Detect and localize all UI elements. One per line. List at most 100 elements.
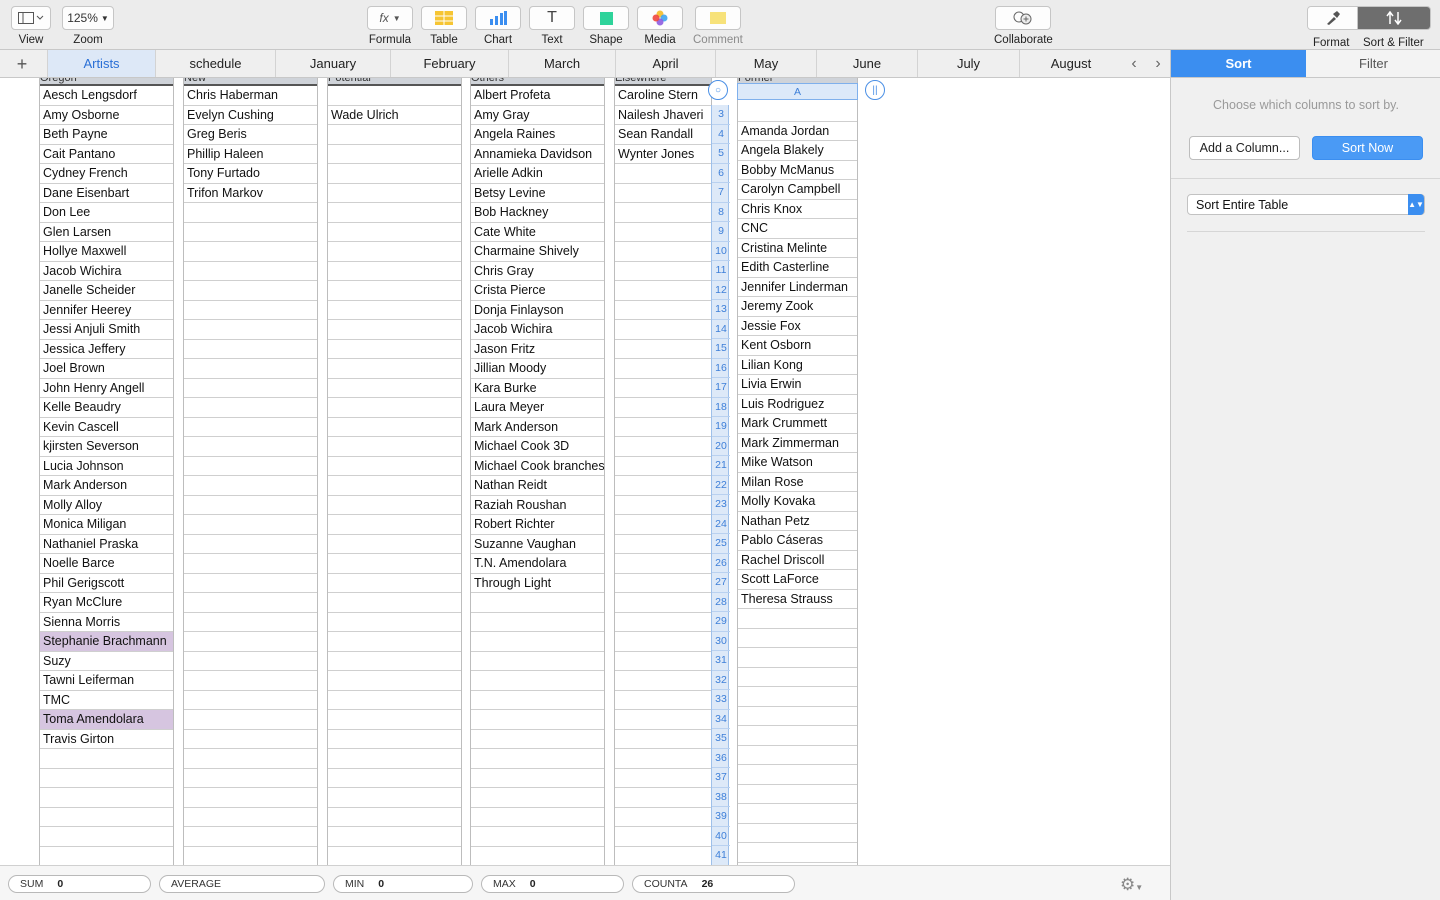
table-cell[interactable] (328, 320, 461, 340)
formula-control[interactable]: fx ▼ Formula (367, 6, 413, 46)
row-number[interactable]: 10 (712, 242, 730, 261)
table-cell[interactable] (328, 125, 461, 145)
table-icon[interactable] (421, 6, 467, 30)
table-cell[interactable]: Laura Meyer (471, 398, 604, 418)
row-number-gutter[interactable]: 3 4 5 6 7 8 9 10 11 12 13 14 15 16 17 18 19 20 21 22 23 24 25 2… (711, 105, 730, 865)
table-cell[interactable] (184, 496, 317, 515)
chart-control[interactable]: Chart (475, 6, 521, 46)
table-cell[interactable] (184, 691, 317, 710)
table-cell[interactable]: Betsy Levine (471, 184, 604, 203)
table-cell[interactable]: Suzanne Vaughan (471, 535, 604, 554)
table-cell[interactable]: Phillip Haleen (184, 145, 317, 164)
tab-february[interactable]: February (390, 50, 508, 77)
table-cell[interactable] (471, 847, 604, 866)
table-cell[interactable]: Molly Kovaka (738, 492, 857, 512)
row-number[interactable]: 32 (712, 671, 730, 690)
table-cell[interactable]: Amy Gray (471, 106, 604, 125)
table-cell[interactable] (615, 574, 711, 593)
tab-june[interactable]: June (816, 50, 917, 77)
table-cell[interactable] (471, 788, 604, 808)
table-cell[interactable] (615, 554, 711, 574)
shape-control[interactable]: Shape (583, 6, 629, 46)
table-cell[interactable] (615, 262, 711, 281)
table-cell[interactable]: Nathan Reidt (471, 476, 604, 496)
counta-pill[interactable]: COUNTA 26 (632, 875, 795, 893)
tab-filter[interactable]: Filter (1306, 50, 1440, 77)
table-cell[interactable] (471, 769, 604, 788)
table-cell[interactable] (40, 827, 173, 847)
table-cell[interactable]: Lilian Kong (738, 356, 857, 375)
table-cell[interactable] (615, 652, 711, 671)
table-cell[interactable] (328, 749, 461, 769)
table-cell[interactable]: Angela Blakely (738, 141, 857, 161)
table-cell[interactable]: Pablo Cáseras (738, 531, 857, 551)
table-cell[interactable] (615, 457, 711, 476)
table-cell[interactable] (328, 496, 461, 515)
table-cell[interactable] (471, 827, 604, 847)
table-cell[interactable] (328, 223, 461, 242)
table-cell[interactable] (615, 632, 711, 652)
table-cell[interactable]: T.N. Amendolara (471, 554, 604, 574)
collaborate-icon[interactable] (995, 6, 1052, 30)
table-cell[interactable]: Suzy (40, 652, 173, 671)
table-cell[interactable]: Mark Anderson (471, 418, 604, 437)
table-cell[interactable] (184, 769, 317, 788)
table-cell[interactable] (328, 457, 461, 476)
table-cell[interactable]: TMC (40, 691, 173, 710)
row-number[interactable]: 34 (712, 710, 730, 729)
table-cell[interactable]: Mark Anderson (40, 476, 173, 496)
row-number[interactable]: 3 (712, 105, 730, 125)
table-cell[interactable] (738, 765, 857, 785)
chevron-left-icon[interactable]: ‹ (1122, 50, 1146, 77)
table-cell[interactable] (184, 320, 317, 340)
table-cell[interactable] (738, 102, 857, 122)
table-cell[interactable]: Mark Zimmerman (738, 434, 857, 453)
collaborate-control[interactable]: Collaborate (994, 6, 1053, 46)
table-cell[interactable]: Scott LaForce (738, 570, 857, 590)
add-sheet-icon[interactable]: + (10, 53, 34, 75)
table-cell[interactable] (738, 687, 857, 707)
table-cell[interactable]: Phil Gerigscott (40, 574, 173, 593)
table-cell[interactable] (184, 359, 317, 379)
table-cell[interactable]: Glen Larsen (40, 223, 173, 242)
table-cell[interactable] (738, 843, 857, 863)
table-cell[interactable]: Kevin Cascell (40, 418, 173, 437)
table-cell[interactable]: Arielle Adkin (471, 164, 604, 184)
table-cell[interactable]: Carolyn Campbell (738, 180, 857, 200)
table-cell[interactable]: Amanda Jordan (738, 122, 857, 141)
table-cell[interactable] (615, 398, 711, 418)
table-cell[interactable]: Luis Rodriguez (738, 395, 857, 414)
table-cell[interactable] (184, 574, 317, 593)
table-cell[interactable] (328, 671, 461, 691)
table-cell[interactable] (184, 398, 317, 418)
table-cell[interactable] (615, 359, 711, 379)
table-cell[interactable] (738, 785, 857, 804)
table-cell[interactable] (328, 535, 461, 554)
table-cell[interactable] (184, 632, 317, 652)
table-cell[interactable]: Nathaniel Praska (40, 535, 173, 554)
table-cell[interactable] (615, 340, 711, 359)
table-cell[interactable] (615, 847, 711, 866)
row-number[interactable]: 28 (712, 593, 730, 612)
row-number[interactable]: 15 (712, 339, 730, 359)
table-cell[interactable] (615, 808, 711, 827)
table-cell[interactable] (738, 648, 857, 668)
table-cell[interactable]: John Henry Angell (40, 379, 173, 398)
table-cell[interactable] (328, 242, 461, 262)
media-icon[interactable] (637, 6, 683, 30)
row-number[interactable]: 22 (712, 476, 730, 495)
table-cell[interactable] (471, 730, 604, 749)
row-number[interactable]: 37 (712, 768, 730, 788)
table-cell[interactable] (328, 574, 461, 593)
table-cell[interactable]: Amy Osborne (40, 106, 173, 125)
table-cell[interactable] (184, 515, 317, 535)
table-cell[interactable] (328, 398, 461, 418)
view-control[interactable]: View (11, 6, 51, 46)
table-cell[interactable] (471, 632, 604, 652)
table-cell[interactable] (615, 281, 711, 301)
row-number[interactable]: 35 (712, 729, 730, 749)
table-cell[interactable]: Kara Burke (471, 379, 604, 398)
inspector-toggle[interactable] (1307, 6, 1431, 30)
table-cell[interactable] (328, 691, 461, 710)
sort-now-button[interactable]: Sort Now (1312, 136, 1423, 160)
